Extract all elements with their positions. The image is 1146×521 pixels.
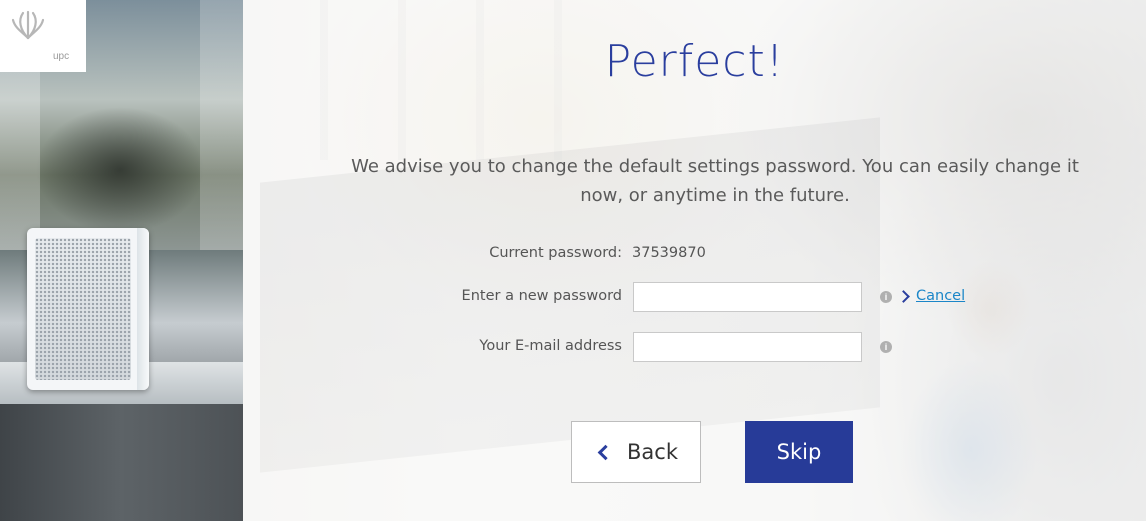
router-photo-cabinet [0,404,243,521]
new-password-label: Enter a new password [461,288,622,304]
new-password-input[interactable] [633,282,862,312]
back-button[interactable]: Back [571,421,701,483]
description-line-1: We advise you to change the default sett… [351,156,1079,177]
router-mesh [35,238,131,380]
description-line-2: now, or anytime in the future. [580,185,850,206]
upc-logo-icon [11,10,45,40]
router-side [137,228,149,390]
page-title: Perfect! [604,36,785,87]
new-password-info-icon[interactable]: i [880,291,892,303]
wizard-page: upc Perfect! We advise you to change the… [0,0,1146,521]
back-button-label: Back [627,440,678,464]
page-description: We advise you to change the default sett… [320,152,1110,210]
upc-logo: upc [0,0,86,72]
email-label: Your E-mail address [479,338,622,354]
email-input[interactable] [633,332,862,362]
current-password-label: Current password: [489,245,622,261]
chevron-right-icon [897,289,910,303]
skip-button[interactable]: Skip [745,421,853,483]
cancel-link[interactable]: Cancel [916,288,965,304]
email-info-icon[interactable]: i [880,341,892,353]
skip-button-label: Skip [776,440,822,464]
current-password-value: 37539870 [632,245,706,261]
cancel-link-group[interactable]: Cancel [897,286,965,306]
chevron-left-icon [597,444,614,460]
router-device [27,228,149,390]
logo-text: upc [53,51,70,62]
router-photo [0,0,243,521]
